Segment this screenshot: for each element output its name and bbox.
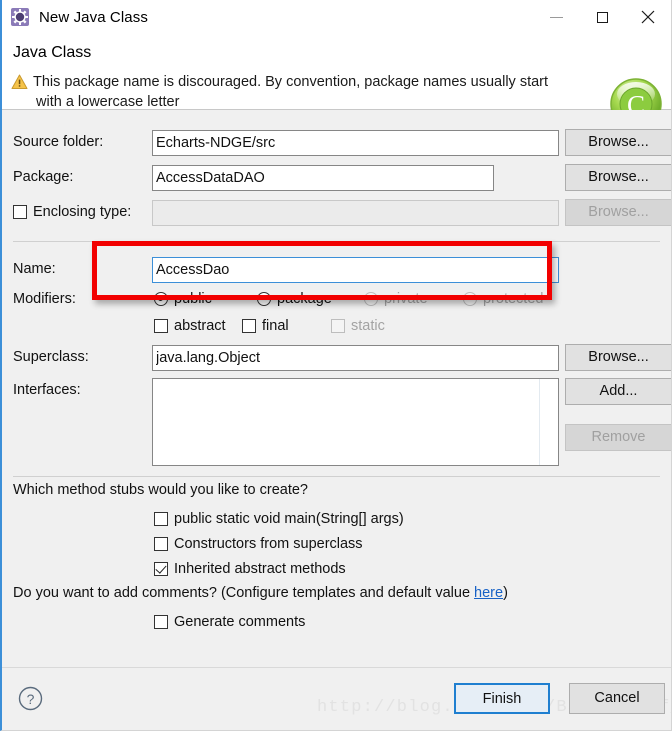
enclosing-type-browse-button: Browse...: [565, 199, 671, 226]
package-input[interactable]: [152, 165, 494, 191]
comments-question-suffix: ): [503, 585, 508, 601]
modifier-flags-row: abstract final static: [2, 314, 671, 342]
close-icon[interactable]: [625, 0, 671, 34]
page-title: Java Class: [13, 44, 92, 61]
interfaces-add-button[interactable]: Add...: [565, 378, 671, 405]
configure-templates-link[interactable]: here: [474, 585, 503, 601]
package-browse-button[interactable]: Browse...: [565, 164, 671, 191]
divider-bottom: [13, 476, 660, 477]
modifier-checkbox-final[interactable]: [242, 319, 256, 333]
name-label: Name:: [13, 261, 56, 277]
interfaces-listbox[interactable]: [152, 378, 559, 466]
generate-comments-label: Generate comments: [174, 614, 306, 630]
superclass-row: Superclass: Browse...: [2, 344, 671, 373]
dialog-footer: ? Finish Cancel: [2, 667, 671, 730]
source-folder-browse-button[interactable]: Browse...: [565, 129, 671, 156]
modifier-label-static: static: [351, 318, 385, 334]
name-row: Name:: [2, 257, 671, 285]
minimize-icon[interactable]: [533, 0, 579, 34]
stub-constructors-row: Constructors from superclass: [2, 533, 671, 561]
stub-label-constructors: Constructors from superclass: [174, 536, 363, 552]
stub-inherited-row: Inherited abstract methods: [2, 558, 671, 586]
comments-question: Do you want to add comments? (Configure …: [13, 585, 508, 601]
modifier-radio-private: [364, 292, 378, 306]
warning-icon: [11, 74, 28, 90]
dialog-header: Java Class This package name is discoura…: [2, 34, 671, 130]
enclosing-type-input: [152, 200, 559, 226]
generate-comments-checkbox[interactable]: [154, 615, 168, 629]
validation-message-line1: This package name is discouraged. By con…: [33, 74, 549, 90]
new-java-class-dialog: New Java Class Java Class This package n…: [0, 0, 672, 731]
modifier-radio-protected: [463, 292, 477, 306]
modifier-checkbox-abstract[interactable]: [154, 319, 168, 333]
modifier-label-protected: protected: [483, 291, 544, 307]
interfaces-list-divider: [539, 379, 540, 465]
superclass-input[interactable]: [152, 345, 559, 371]
modifier-label-abstract: abstract: [174, 318, 226, 334]
source-folder-row: Source folder: Browse...: [2, 129, 671, 158]
superclass-browse-button[interactable]: Browse...: [565, 344, 671, 371]
maximize-icon[interactable]: [579, 0, 625, 34]
stub-checkbox-inherited[interactable]: [154, 562, 168, 576]
stub-label-main: public static void main(String[] args): [174, 511, 404, 527]
title-bar: New Java Class: [2, 0, 671, 34]
enclosing-type-label: Enclosing type:: [33, 204, 132, 220]
modifier-label-private: private: [384, 291, 428, 307]
superclass-label: Superclass:: [13, 349, 89, 365]
cancel-button[interactable]: Cancel: [569, 683, 665, 714]
generate-comments-row: Generate comments: [2, 611, 671, 639]
source-folder-label: Source folder:: [13, 134, 104, 150]
finish-button[interactable]: Finish: [454, 683, 550, 714]
modifier-label-final: final: [262, 318, 289, 334]
help-icon[interactable]: ?: [18, 686, 43, 711]
modifier-label-package: package: [277, 291, 332, 307]
stub-checkbox-constructors[interactable]: [154, 537, 168, 551]
method-stubs-question: Which method stubs would you like to cre…: [13, 482, 308, 498]
svg-text:?: ?: [27, 691, 35, 707]
interfaces-remove-button: Remove: [565, 424, 671, 451]
validation-message-line2: with a lowercase letter: [36, 94, 180, 110]
stub-checkbox-main[interactable]: [154, 512, 168, 526]
modifiers-row: Modifiers: public package private protec…: [2, 287, 671, 315]
modifier-radio-public[interactable]: [154, 292, 168, 306]
window-controls: [533, 0, 671, 34]
validation-message: This package name is discouraged. By con…: [33, 72, 608, 112]
package-label: Package:: [13, 169, 74, 185]
modifier-radio-package[interactable]: [257, 292, 271, 306]
form-body: Source folder: Browse... Package: Browse…: [2, 110, 671, 668]
modifiers-label: Modifiers:: [13, 291, 76, 307]
enclosing-type-checkbox[interactable]: [13, 205, 27, 219]
stub-label-inherited: Inherited abstract methods: [174, 561, 346, 577]
interfaces-row: Interfaces: Add... Remove: [2, 378, 671, 468]
source-folder-input[interactable]: [152, 130, 559, 156]
interfaces-label: Interfaces:: [13, 382, 81, 398]
comments-question-prefix: Do you want to add comments? (Configure …: [13, 585, 475, 601]
window-title: New Java Class: [39, 8, 148, 26]
modifier-checkbox-static: [331, 319, 345, 333]
enclosing-type-row: Enclosing type: Browse...: [2, 199, 671, 228]
java-class-gear-icon: [10, 7, 30, 27]
name-input[interactable]: [152, 257, 559, 283]
stub-main-row: public static void main(String[] args): [2, 508, 671, 536]
divider-top: [13, 241, 660, 242]
package-row: Package: Browse...: [2, 164, 671, 193]
modifier-label-public: public: [174, 291, 212, 307]
